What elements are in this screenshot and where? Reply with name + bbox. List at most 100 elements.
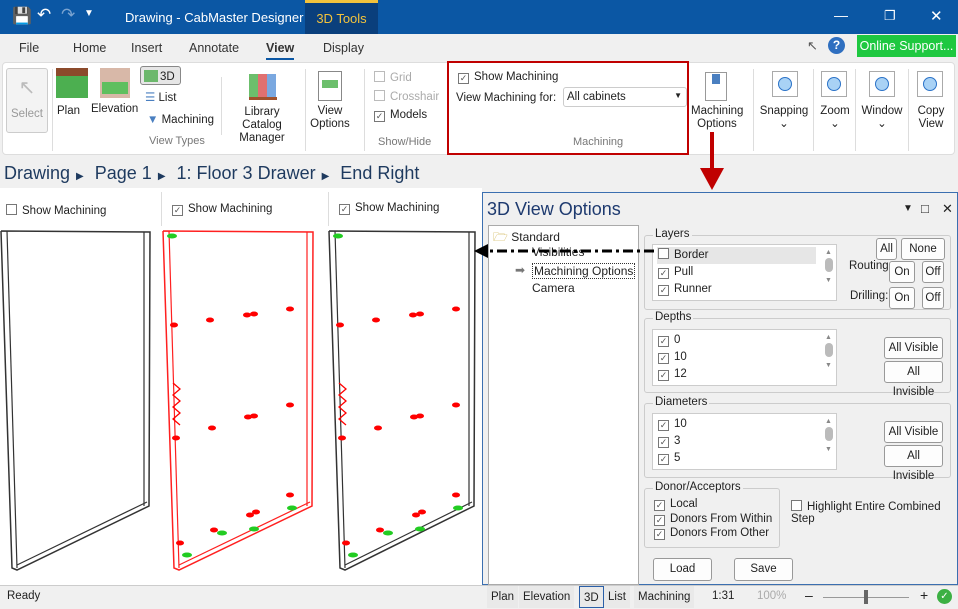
crosshair-checkbox[interactable]: Crosshair bbox=[374, 90, 439, 104]
diameter-item[interactable]: ✓ 5 bbox=[653, 450, 836, 467]
machining-options-button[interactable]: Machining Options bbox=[691, 105, 743, 131]
machining-hole bbox=[286, 492, 294, 498]
machining-hole bbox=[170, 322, 178, 328]
drilling-on-button[interactable]: On bbox=[889, 287, 915, 309]
donors-from-within-checkbox[interactable]: ✓ Donors From Within bbox=[654, 512, 772, 527]
tree-item-visibilities[interactable]: Visibilities bbox=[532, 245, 584, 259]
layers-none-button[interactable]: None bbox=[901, 238, 945, 260]
breadcrumb-cabinet[interactable]: 1: Floor 3 Drawer bbox=[177, 163, 316, 183]
tab-3d-tools[interactable]: 3D Tools bbox=[305, 0, 378, 34]
panel-edge bbox=[344, 501, 473, 566]
menu-view[interactable]: View bbox=[266, 41, 295, 60]
diameters-all-invisible-button[interactable]: All Invisible bbox=[884, 445, 943, 482]
select-button[interactable]: ↖ Select bbox=[6, 68, 48, 133]
zoom-button[interactable]: Zoom ⌄ bbox=[818, 105, 852, 131]
zoom-out-icon[interactable]: – bbox=[805, 587, 813, 603]
zoom-icon bbox=[821, 71, 847, 97]
menu-file[interactable]: File bbox=[19, 41, 39, 55]
tree-item-camera[interactable]: Camera bbox=[532, 281, 575, 295]
scrollbar[interactable]: ▲ ▼ bbox=[825, 334, 833, 381]
zoom-in-icon[interactable]: + bbox=[920, 587, 928, 603]
grid-checkbox[interactable]: Grid bbox=[374, 71, 412, 85]
undo-icon[interactable]: ↶ bbox=[37, 5, 51, 25]
status-tab-elevation[interactable]: Elevation bbox=[519, 586, 575, 608]
snapping-button[interactable]: Snapping ⌄ bbox=[758, 105, 810, 131]
breadcrumb-page[interactable]: Page 1 bbox=[95, 163, 152, 183]
routing-on-button[interactable]: On bbox=[889, 261, 915, 283]
depth-item[interactable]: ✓ 12 bbox=[653, 366, 836, 383]
select-label: Select bbox=[11, 108, 43, 120]
layers-all-button[interactable]: All bbox=[876, 238, 897, 260]
quick-access-dropdown-icon[interactable]: ▼ bbox=[84, 8, 94, 19]
breadcrumb-drawing[interactable]: Drawing bbox=[4, 163, 70, 183]
drilling-off-button[interactable]: Off bbox=[922, 287, 944, 309]
arrow-right-icon: ➡ bbox=[515, 263, 526, 277]
menu-insert[interactable]: Insert bbox=[131, 41, 162, 55]
layer-item-border[interactable]: Border bbox=[657, 247, 816, 264]
close-icon[interactable]: ✕ bbox=[942, 201, 953, 217]
machining-hole-green bbox=[167, 233, 177, 239]
machining-view-button[interactable]: ▼ Machining bbox=[147, 114, 214, 127]
title-bar: 💾 ↶ ↷ ▼ Drawing - CabMaster Designer — ❐… bbox=[0, 0, 958, 34]
zoom-slider-thumb[interactable] bbox=[864, 590, 868, 604]
diameter-item[interactable]: ✓ 10 bbox=[653, 416, 836, 433]
close-icon[interactable]: ✕ bbox=[930, 7, 943, 25]
status-tab-plan[interactable]: Plan bbox=[487, 586, 519, 608]
view-options-button[interactable]: View Options bbox=[308, 105, 352, 131]
3d-view-button[interactable]: 3D bbox=[140, 66, 181, 85]
redo-icon[interactable]: ↷ bbox=[61, 5, 75, 25]
online-support-button[interactable]: Online Support... bbox=[857, 35, 956, 57]
tree-item-machining-options[interactable]: Machining Options bbox=[532, 263, 636, 279]
whats-this-icon[interactable]: ↖ bbox=[807, 38, 818, 54]
depths-list[interactable]: ✓ 0 ✓ 10 ✓ 12 ▲ ▼ bbox=[652, 329, 837, 386]
scrollbar[interactable]: ▲ ▼ bbox=[825, 418, 833, 465]
scrollbar[interactable]: ▲ ▼ bbox=[825, 249, 833, 296]
window-button[interactable]: Window ⌄ bbox=[859, 105, 905, 131]
machining-hole-green bbox=[287, 505, 297, 511]
routing-off-button[interactable]: Off bbox=[922, 261, 944, 283]
donors-from-other-checkbox[interactable]: ✓ Donors From Other bbox=[654, 526, 772, 541]
copy-view-button[interactable]: Copy View bbox=[911, 105, 951, 131]
minimize-icon[interactable]: — bbox=[834, 7, 848, 23]
menu-home[interactable]: Home bbox=[73, 41, 106, 55]
diameters-all-visible-button[interactable]: All Visible bbox=[884, 421, 943, 443]
restore-icon[interactable]: ❐ bbox=[884, 8, 896, 24]
panel-edge bbox=[16, 501, 148, 566]
status-bar: Ready Plan Elevation 3D List Machining 1… bbox=[0, 585, 958, 609]
depth-item[interactable]: ✓ 10 bbox=[653, 349, 836, 366]
depth-item[interactable]: ✓ 0 bbox=[653, 332, 836, 349]
machining-hole bbox=[452, 306, 460, 312]
breadcrumb-view[interactable]: End Right bbox=[340, 163, 419, 183]
machining-hole bbox=[250, 413, 258, 419]
dropdown-arrow-icon[interactable]: ▼ bbox=[903, 203, 913, 214]
diameters-list[interactable]: ✓ 10 ✓ 3 ✓ 5 ▲ ▼ bbox=[652, 413, 837, 470]
depths-all-invisible-button[interactable]: All Invisible bbox=[884, 361, 943, 398]
donor-local-checkbox[interactable]: ✓ Local bbox=[654, 497, 772, 512]
save-button[interactable]: Save bbox=[734, 558, 793, 581]
depths-all-visible-button[interactable]: All Visible bbox=[884, 337, 943, 359]
highlight-combined-step-checkbox[interactable]: Highlight Entire Combined Step bbox=[791, 500, 957, 525]
machining-hole bbox=[376, 527, 384, 533]
status-tab-list[interactable]: List bbox=[604, 586, 630, 608]
menu-annotate[interactable]: Annotate bbox=[189, 41, 239, 55]
list-view-button[interactable]: ☰ List bbox=[145, 92, 176, 105]
save-icon[interactable]: 💾 bbox=[12, 6, 32, 26]
layer-item-pull[interactable]: ✓ Pull bbox=[653, 264, 836, 281]
layer-item-runner[interactable]: ✓ Runner bbox=[653, 281, 836, 298]
plan-button[interactable]: Plan bbox=[57, 105, 80, 118]
library-catalog-manager-button[interactable]: Library Catalog Manager bbox=[225, 106, 299, 145]
maximize-icon[interactable]: □ bbox=[921, 201, 929, 216]
machining-hole-green bbox=[217, 530, 227, 536]
status-tab-3d[interactable]: 3D bbox=[579, 586, 604, 608]
layers-list[interactable]: Border ✓ Pull ✓ Runner ▲ ▼ bbox=[652, 244, 837, 301]
arrow-cursor-icon: ↖ bbox=[18, 77, 36, 99]
status-tab-machining[interactable]: Machining bbox=[634, 586, 695, 608]
scale-readout: 1:31 bbox=[712, 590, 735, 602]
models-checkbox[interactable]: ✓ Models bbox=[374, 109, 427, 122]
diameter-item[interactable]: ✓ 3 bbox=[653, 433, 836, 450]
menu-display[interactable]: Display bbox=[323, 41, 364, 55]
help-icon[interactable]: ? bbox=[828, 37, 845, 54]
load-button[interactable]: Load bbox=[653, 558, 712, 581]
elevation-button[interactable]: Elevation bbox=[91, 103, 138, 116]
machining-hole bbox=[243, 312, 251, 318]
